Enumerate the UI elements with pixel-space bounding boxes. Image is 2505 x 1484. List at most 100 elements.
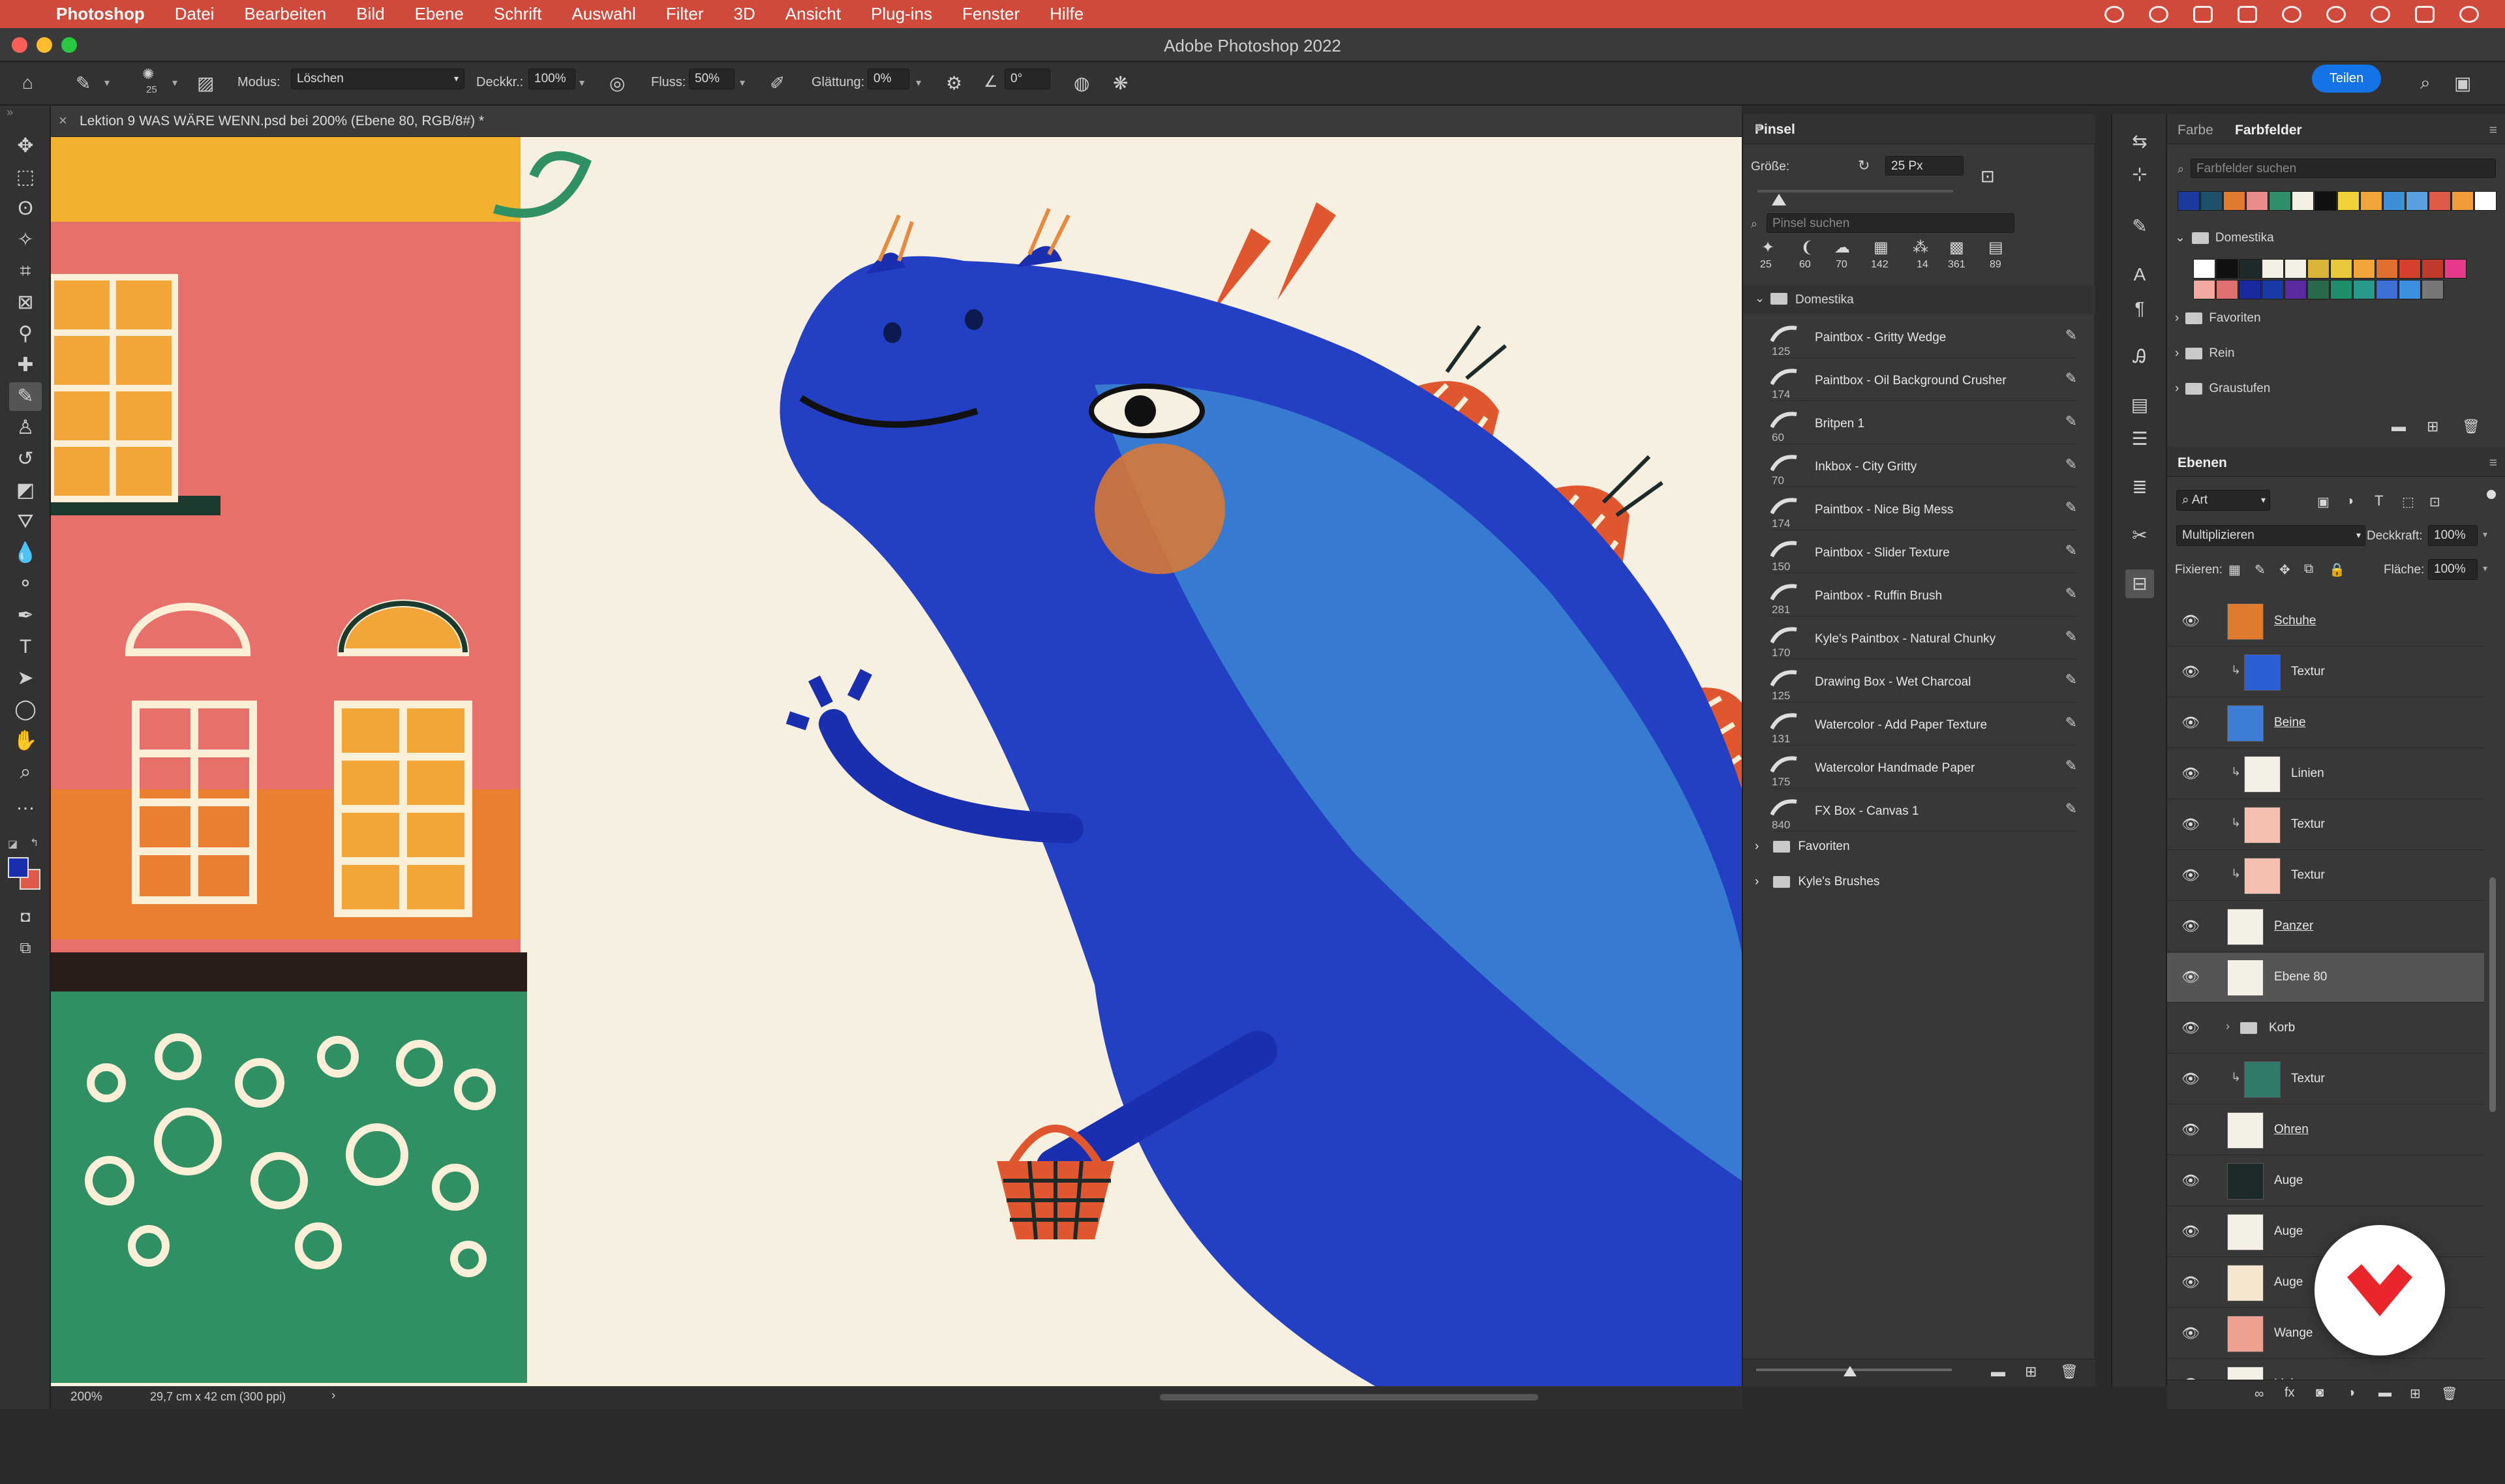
- recent-brush-thumb[interactable]: ❨: [1800, 238, 1814, 257]
- lasso-tool-icon[interactable]: ʘ: [9, 194, 42, 223]
- color-swatch[interactable]: [2262, 259, 2284, 279]
- tool-preset-dropdown[interactable]: ▾: [104, 76, 110, 89]
- menu-ebene[interactable]: Ebene: [415, 4, 464, 24]
- color-swatch[interactable]: [2262, 280, 2284, 299]
- tab-swatches[interactable]: Farbfelder: [2235, 123, 2302, 138]
- menu-datei[interactable]: Datei: [175, 4, 215, 24]
- glyphs-icon[interactable]: Ꭿ: [2125, 342, 2154, 371]
- color-swatch[interactable]: [2376, 259, 2398, 279]
- color-swatch[interactable]: [2193, 259, 2215, 279]
- more-tools-icon[interactable]: …: [9, 789, 42, 818]
- edit-brush-icon[interactable]: ✎: [2065, 671, 2077, 688]
- brush-preset-item[interactable]: 125 Paintbox - Gritty Wedge ✎: [1770, 318, 2077, 358]
- foreground-color-swatch[interactable]: [8, 857, 29, 878]
- color-swatch[interactable]: [2376, 280, 2398, 299]
- brush-preset-item[interactable]: 174 Paintbox - Oil Background Crusher ✎: [1770, 361, 2077, 401]
- eye-icon[interactable]: 👁: [2181, 816, 2200, 833]
- brush-folder-favoriten[interactable]: › Favoriten: [1755, 840, 1850, 854]
- flow-field[interactable]: 50%: [689, 68, 735, 89]
- default-colors-icon[interactable]: ◪: [8, 838, 18, 851]
- color-swatch[interactable]: [2474, 191, 2497, 211]
- dodge-tool-icon[interactable]: ⚬: [9, 570, 42, 599]
- brush-preset-dropdown[interactable]: ▾: [172, 76, 177, 89]
- swatch-group-favoriten[interactable]: › Favoriten: [2175, 311, 2261, 326]
- airbrush-icon[interactable]: ✐: [770, 72, 785, 94]
- opacity-dropdown[interactable]: ▾: [579, 76, 584, 89]
- type-tool-icon[interactable]: T: [9, 633, 42, 661]
- eyedropper-icon[interactable]: ⚲: [9, 320, 42, 348]
- move-tool-icon[interactable]: ✥: [9, 132, 42, 160]
- tab-color[interactable]: Farbe: [2178, 123, 2213, 138]
- eye-icon[interactable]: 👁: [2181, 1274, 2200, 1291]
- home-icon[interactable]: ⌂: [22, 72, 33, 93]
- color-swatch[interactable]: [2315, 191, 2337, 211]
- eye-icon[interactable]: 👁: [2181, 1172, 2200, 1189]
- fill-dropdown[interactable]: ▾: [2483, 563, 2487, 574]
- opacity-field[interactable]: 100%: [528, 68, 575, 89]
- chevron-right-icon[interactable]: ›: [2175, 346, 2179, 360]
- reset-size-icon[interactable]: ↻: [1858, 157, 1870, 174]
- hand-tool-icon[interactable]: ✋: [9, 727, 42, 755]
- brush-search-input[interactable]: Pinsel suchen: [1767, 213, 2014, 233]
- edit-brush-icon[interactable]: ✎: [2065, 542, 2077, 559]
- color-swatch[interactable]: [2353, 280, 2375, 299]
- brush-preset-item[interactable]: 125 Drawing Box - Wet Charcoal ✎: [1770, 662, 2077, 703]
- color-swatch[interactable]: [2269, 191, 2291, 211]
- new-group-icon[interactable]: ▬: [2378, 1386, 2391, 1401]
- new-swatch-icon[interactable]: ⊞: [2427, 418, 2438, 435]
- fill-field[interactable]: 100%: [2428, 559, 2478, 580]
- app-s-icon[interactable]: [2238, 5, 2257, 23]
- layer-style-icon[interactable]: fx: [2285, 1386, 2295, 1401]
- brush-preset-item[interactable]: 840 FX Box - Canvas 1 ✎: [1770, 791, 2077, 832]
- layer-row[interactable]: 👁 ↳ Textur: [2167, 648, 2484, 697]
- new-group-icon[interactable]: ▬: [1991, 1363, 2005, 1380]
- brush-preset-icon[interactable]: ✺: [142, 66, 154, 83]
- color-swatch[interactable]: [2200, 191, 2223, 211]
- color-swatch[interactable]: [2452, 191, 2474, 211]
- brush-preset-item[interactable]: 150 Paintbox - Slider Texture ✎: [1770, 533, 2077, 573]
- menu-hilfe[interactable]: Hilfe: [1050, 4, 1084, 24]
- filter-pixel-icon[interactable]: ▣: [2317, 494, 2330, 510]
- menu-app-name[interactable]: Photoshop: [56, 4, 145, 24]
- new-swatch-group-icon[interactable]: ▬: [2391, 418, 2406, 435]
- brush-preset-item[interactable]: 175 Watercolor Handmade Paper ✎: [1770, 748, 2077, 789]
- link-layers-icon[interactable]: ∞: [2254, 1387, 2264, 1402]
- menu-plugins[interactable]: Plug-ins: [871, 4, 932, 24]
- edit-brush-icon[interactable]: ✎: [2065, 800, 2077, 817]
- lock-position-icon[interactable]: ✥: [2279, 562, 2290, 578]
- gear-icon[interactable]: ⚙: [946, 72, 962, 94]
- tab-layers[interactable]: Ebenen: [2178, 455, 2227, 471]
- trash-icon[interactable]: 🗑: [2462, 418, 2480, 435]
- recent-brush-thumb[interactable]: ▩: [1949, 238, 1964, 257]
- chevron-down-icon[interactable]: ⌄: [1755, 292, 1765, 305]
- color-swatch[interactable]: [2337, 191, 2360, 211]
- menu-bearbeiten[interactable]: Bearbeiten: [244, 4, 326, 24]
- color-swatch[interactable]: [2383, 191, 2405, 211]
- adjustments-icon[interactable]: ≣: [2125, 473, 2154, 502]
- new-layer-icon[interactable]: ⊞: [2410, 1386, 2421, 1402]
- swatch-group-rein[interactable]: › Rein: [2175, 346, 2234, 361]
- tools-icon[interactable]: ✂: [2125, 521, 2154, 550]
- brush-tool-icon[interactable]: ✎: [76, 72, 91, 94]
- blur-tool-icon[interactable]: 💧: [9, 539, 42, 568]
- color-swatch[interactable]: [2239, 280, 2261, 299]
- edit-brush-icon[interactable]: ✎: [2065, 456, 2077, 473]
- color-swatch[interactable]: [2422, 280, 2444, 299]
- chevron-right-icon[interactable]: ›: [1755, 875, 1759, 888]
- color-swatch[interactable]: [2246, 191, 2268, 211]
- edit-brush-icon[interactable]: ✎: [2065, 327, 2077, 344]
- brush-tool-icon[interactable]: ✎: [9, 382, 42, 411]
- swatch-group-domestika[interactable]: ⌄ Domestika: [2175, 230, 2274, 245]
- pressure-opacity-icon[interactable]: ◎: [609, 72, 625, 94]
- adjustment-layer-icon[interactable]: ◑: [2347, 1386, 2355, 1401]
- search-icon[interactable]: ⌕: [2420, 72, 2431, 94]
- add-mask-icon[interactable]: ◙: [2316, 1386, 2324, 1401]
- color-swatch[interactable]: [2360, 191, 2382, 211]
- edit-brush-icon[interactable]: ✎: [2065, 585, 2077, 602]
- libraries-icon[interactable]: ▤: [2125, 391, 2154, 419]
- zoom-readout[interactable]: 200%: [70, 1390, 102, 1404]
- healing-brush-icon[interactable]: ✚: [9, 351, 42, 380]
- color-swatch[interactable]: [2216, 280, 2238, 299]
- swatch-group-graustufen[interactable]: › Graustufen: [2175, 382, 2270, 396]
- shape-tool-icon[interactable]: ◯: [9, 695, 42, 724]
